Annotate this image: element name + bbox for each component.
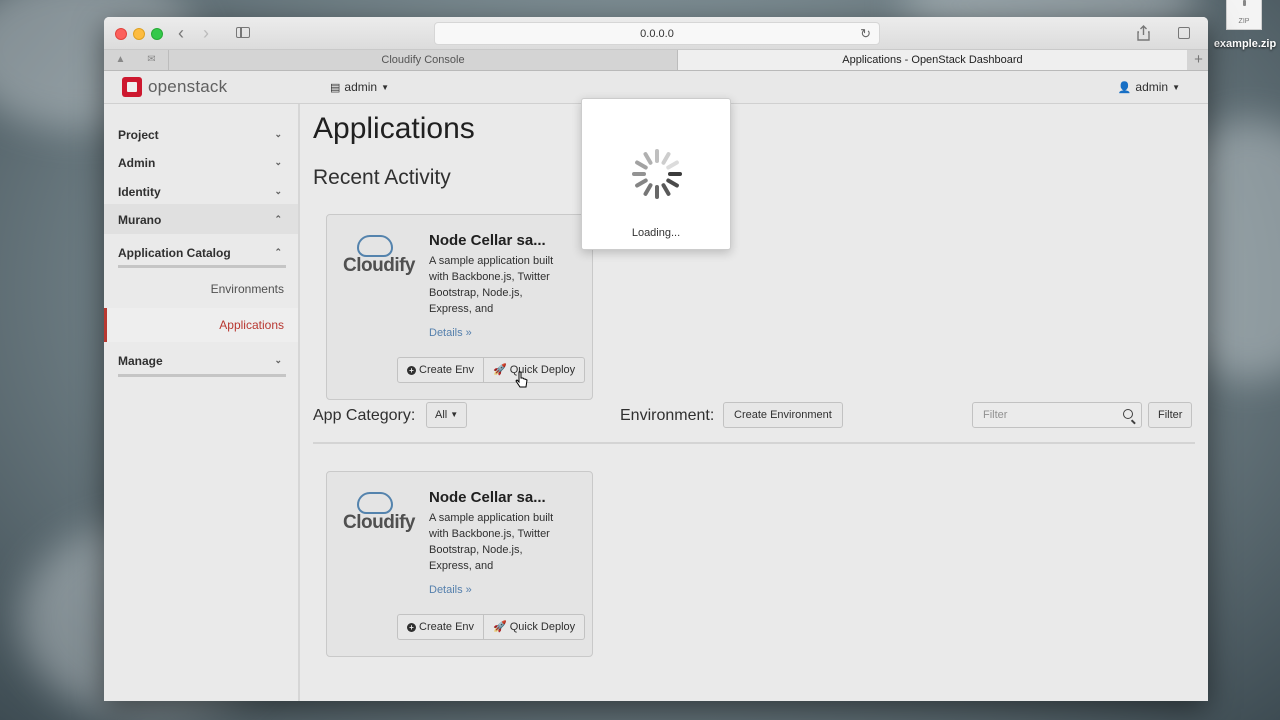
new-tab-button[interactable]: + bbox=[1189, 50, 1208, 70]
zip-file-icon: ZIP bbox=[1226, 0, 1262, 30]
loading-modal: Loading... bbox=[581, 98, 731, 250]
mail-pinned-tab-icon[interactable]: ✉ bbox=[145, 54, 158, 66]
share-icon[interactable] bbox=[1137, 25, 1150, 41]
url-text: 0.0.0.0 bbox=[640, 28, 674, 40]
tab-bar: ▲ ✉ Cloudify Console Applications - Open… bbox=[104, 50, 1208, 71]
tab-openstack-dashboard[interactable]: Applications - OpenStack Dashboard bbox=[677, 50, 1187, 70]
loading-text: Loading... bbox=[631, 227, 681, 239]
address-bar[interactable]: 0.0.0.0 ↻ bbox=[434, 22, 880, 45]
loading-spinner-icon bbox=[632, 149, 682, 199]
desktop-file-name: example.zip bbox=[1213, 38, 1277, 50]
spinner-spoke bbox=[655, 185, 659, 199]
spinner-spoke bbox=[665, 177, 680, 189]
browser-titlebar: ‹ › 0.0.0.0 ↻ bbox=[104, 17, 1208, 50]
reload-icon[interactable]: ↻ bbox=[860, 23, 871, 45]
drive-pinned-tab-icon[interactable]: ▲ bbox=[114, 54, 127, 66]
browser-window: ‹ › 0.0.0.0 ↻ ▲ ✉ Cloudify Console Appli… bbox=[104, 17, 1208, 701]
maximize-window-button[interactable] bbox=[151, 28, 163, 40]
spinner-spoke bbox=[632, 172, 646, 176]
spinner-spoke bbox=[634, 159, 649, 171]
spinner-spoke bbox=[655, 149, 659, 163]
spinner-spoke bbox=[642, 182, 654, 197]
desktop-zip-file[interactable]: ZIP example.zip bbox=[1214, 0, 1280, 56]
tab-cloudify-console[interactable]: Cloudify Console bbox=[168, 50, 677, 70]
back-arrow-icon[interactable]: ‹ bbox=[178, 24, 184, 42]
show-tabs-icon[interactable] bbox=[1178, 27, 1190, 39]
pointer-cursor-icon bbox=[515, 371, 528, 388]
minimize-window-button[interactable] bbox=[133, 28, 145, 40]
spinner-spoke bbox=[665, 159, 680, 171]
spinner-spoke bbox=[642, 151, 654, 166]
sidebar-toggle-icon[interactable] bbox=[236, 27, 250, 38]
forward-arrow-icon[interactable]: › bbox=[203, 24, 209, 42]
spinner-spoke bbox=[668, 172, 682, 176]
spinner-spoke bbox=[660, 182, 672, 197]
close-window-button[interactable] bbox=[115, 28, 127, 40]
